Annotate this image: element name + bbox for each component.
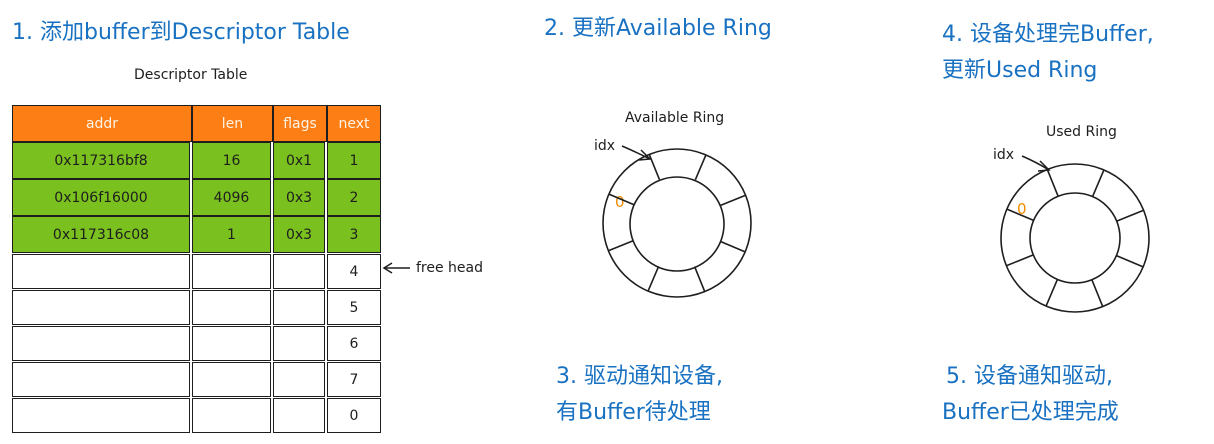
used-ring-idx-arrow [1021, 155, 1051, 172]
ring-slot-divider [648, 154, 661, 180]
ring-slot-divider [719, 240, 746, 253]
ring-slot-divider [1006, 208, 1034, 222]
ring-slot-divider [647, 265, 660, 292]
used-ring [1000, 163, 1150, 313]
ring-slot-divider [1091, 169, 1105, 197]
ring-slot-divider [1091, 279, 1104, 307]
ring-slot-divider [1116, 209, 1144, 222]
ring-slot-divider [1116, 254, 1144, 268]
ring-slot-divider [1045, 279, 1059, 307]
ring-slot-divider [608, 193, 635, 206]
free-head-arrow [382, 262, 410, 274]
ring-slot-divider [720, 194, 746, 207]
diagram-graphics [382, 145, 1150, 313]
available-ring [602, 148, 752, 298]
available-ring-idx-arrow [621, 145, 652, 161]
ring-slot-divider [694, 154, 707, 181]
ring-slot-divider [693, 266, 706, 292]
ring-slot-divider [1006, 254, 1034, 267]
ring-slot-divider [1046, 169, 1059, 197]
ring-slot-divider [608, 239, 634, 252]
